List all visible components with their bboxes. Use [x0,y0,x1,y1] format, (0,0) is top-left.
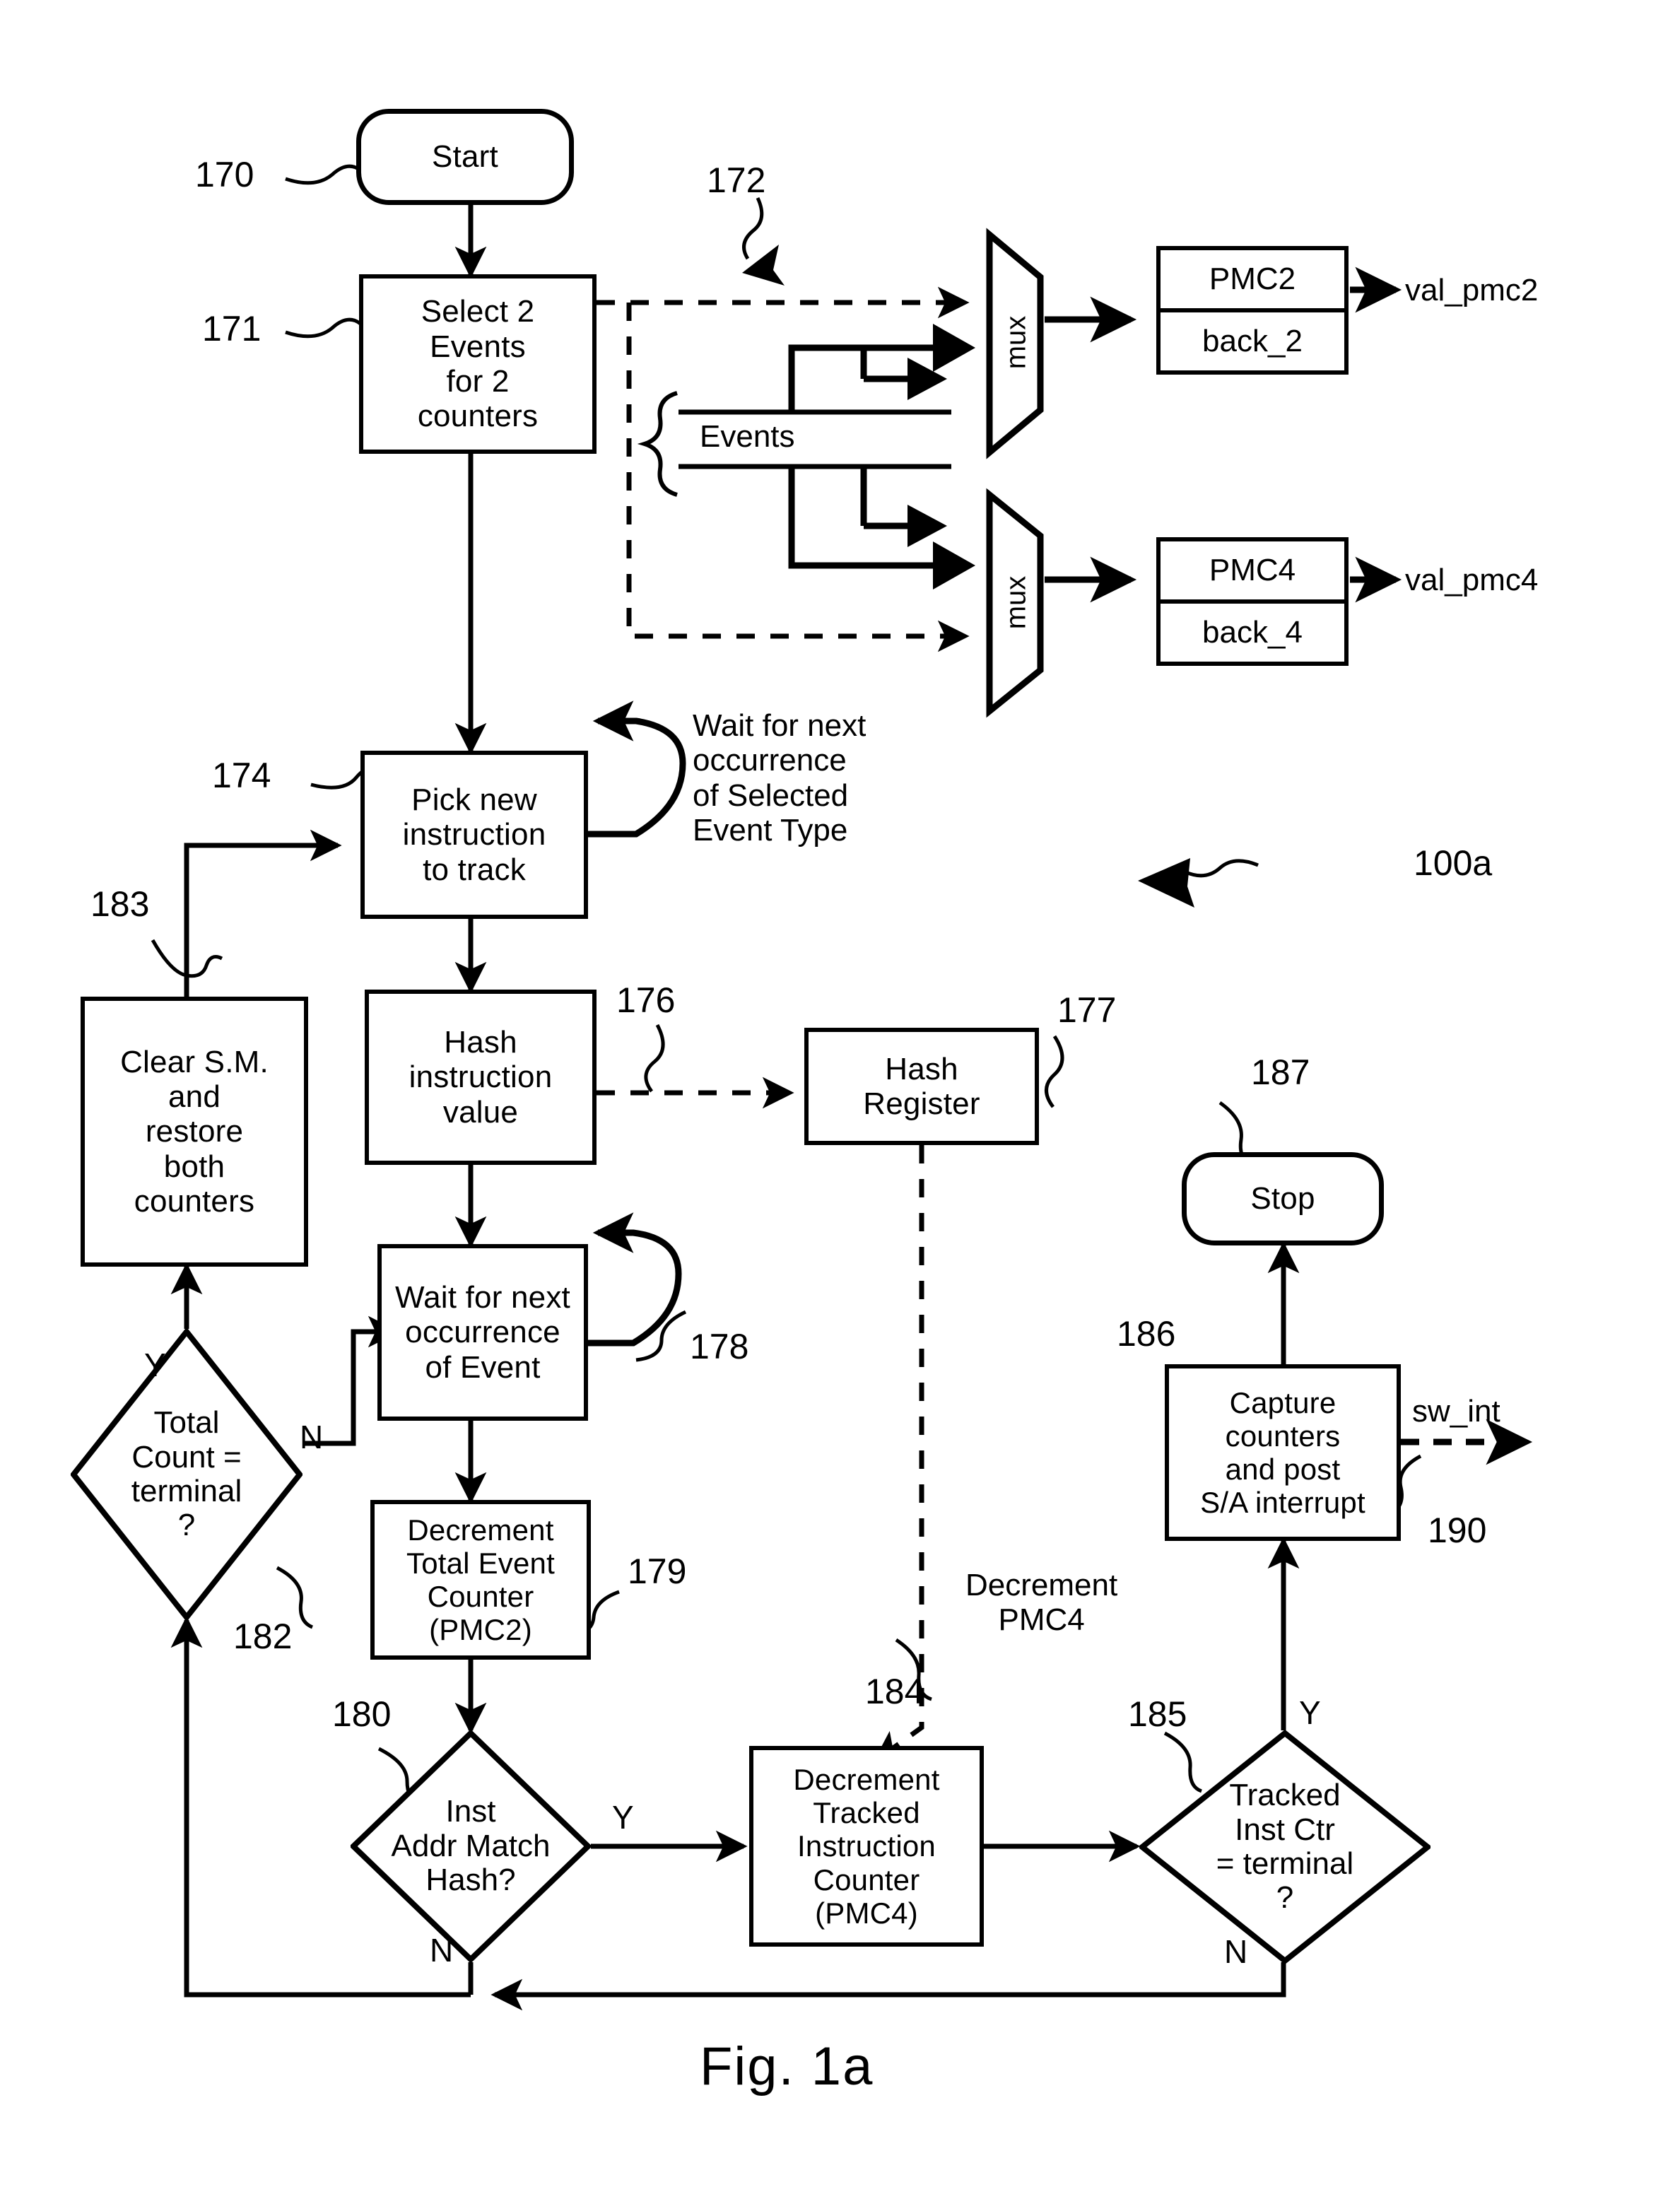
clear-sm-box: Clear S.M. and restore both counters [81,997,308,1267]
ref-185: 185 [1128,1694,1187,1734]
inst-addr-no-label: N [430,1932,454,1969]
events-bus-label: Events [700,419,795,454]
decrement-pmc4-annotation: Decrement PMC4 [965,1568,1118,1638]
total-count-yes-label: Y [144,1347,166,1383]
ref-170: 170 [195,155,254,194]
ref-178: 178 [690,1327,749,1366]
ref-179: 179 [628,1552,687,1591]
hash-instruction-label: Hash instruction value [409,1025,553,1130]
hash-register-box: Hash Register [804,1028,1039,1145]
ref-187: 187 [1251,1052,1310,1092]
total-count-terminal-diamond: Total Count = terminal ? [71,1329,302,1620]
ref-183: 183 [90,884,150,924]
stop-terminator: Stop [1182,1152,1384,1245]
hash-instruction-box: Hash instruction value [365,990,597,1165]
ref-174: 174 [212,756,271,795]
figure-caption: Fig. 1a [700,2036,874,2097]
mux-lower-label: mux [1000,575,1032,630]
stop-label: Stop [1250,1181,1315,1216]
figure-canvas: Start 170 Select 2 Events for 2 counters… [0,0,1680,2199]
tracked-terminal-diamond: Tracked Inst Ctr = terminal ? [1139,1730,1431,1964]
decrement-tracked-label: Decrement Tracked Instruction Counter (P… [793,1763,940,1930]
hash-register-label: Hash Register [863,1051,980,1121]
start-label: Start [432,139,498,175]
ref-176: 176 [616,980,676,1020]
clear-sm-label: Clear S.M. and restore both counters [120,1044,269,1219]
start-terminator: Start [356,109,574,205]
ref-182: 182 [233,1617,293,1656]
capture-counters-box: Capture counters and post S/A interrupt [1165,1364,1401,1541]
inst-addr-yes-label: Y [612,1799,634,1836]
ref-172: 172 [707,160,766,200]
wait-event-box: Wait for next occurrence of Event [377,1244,588,1421]
tracked-terminal-label: Tracked Inst Ctr = terminal ? [1216,1778,1354,1916]
select-events-label: Select 2 Events for 2 counters [417,294,539,434]
tracked-no-label: N [1224,1933,1248,1970]
pmc4-name: PMC4 [1161,541,1344,604]
mux-upper-label: mux [1000,315,1032,370]
wait-selected-event-annotation: Wait for next occurrence of Selected Eve… [693,708,867,848]
ref-177: 177 [1057,990,1117,1030]
ref-100a: 100a [1414,843,1493,883]
wait-event-label: Wait for next occurrence of Event [395,1280,570,1385]
decrement-total-label: Decrement Total Event Counter (PMC2) [406,1513,555,1647]
inst-addr-match-diamond: Inst Addr Match Hash? [351,1730,591,1962]
ref-184: 184 [865,1672,924,1711]
capture-counters-label: Capture counters and post S/A interrupt [1200,1385,1365,1520]
decrement-tracked-box: Decrement Tracked Instruction Counter (P… [749,1746,984,1947]
tracked-yes-label: Y [1299,1694,1321,1731]
pmc2-name: PMC2 [1161,250,1344,312]
pick-instruction-box: Pick new instruction to track [360,751,588,919]
ref-190: 190 [1428,1511,1487,1550]
total-count-terminal-label: Total Count = terminal ? [131,1405,242,1543]
ref-171: 171 [202,309,262,348]
pmc2-backup: back_2 [1202,324,1303,358]
pmc4-backup: back_4 [1202,615,1303,650]
ref-180: 180 [332,1694,392,1734]
inst-addr-match-label: Inst Addr Match Hash? [391,1794,551,1898]
total-count-no-label: N [300,1419,324,1455]
val-pmc2-label: val_pmc2 [1405,273,1539,307]
ref-186: 186 [1117,1314,1176,1354]
sw-int-label: sw_int [1412,1394,1500,1429]
pick-instruction-label: Pick new instruction to track [402,782,546,887]
pmc2-register: PMC2 back_2 [1156,246,1349,375]
pmc4-register: PMC4 back_4 [1156,537,1349,666]
val-pmc4-label: val_pmc4 [1405,563,1539,597]
select-events-box: Select 2 Events for 2 counters [359,274,597,454]
decrement-total-box: Decrement Total Event Counter (PMC2) [370,1500,591,1660]
